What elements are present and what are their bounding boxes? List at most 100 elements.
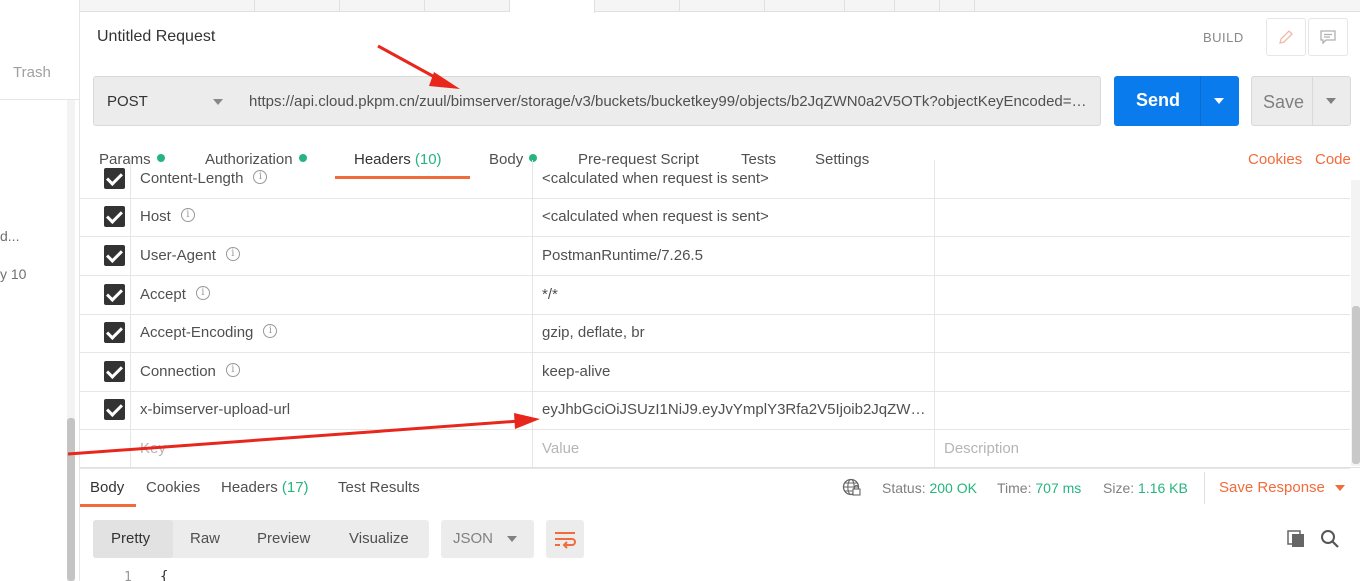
pencil-icon <box>1279 30 1293 44</box>
header-enabled-checkbox[interactable] <box>104 322 125 343</box>
request-tab[interactable] <box>765 0 845 12</box>
wrap-lines-button[interactable] <box>546 520 584 558</box>
request-tab[interactable] <box>595 0 680 12</box>
request-tab[interactable] <box>170 0 255 12</box>
header-key[interactable]: Host i <box>140 208 195 225</box>
sidebar-item-fragment[interactable]: y 10 <box>0 266 26 282</box>
response-code[interactable]: { <box>160 569 168 581</box>
chevron-down-icon <box>1334 485 1345 492</box>
format-visualize[interactable]: Visualize <box>349 530 409 547</box>
table-row: User-Agent i PostmanRuntime/7.26.5 <box>80 237 1350 276</box>
response-tab-headers-label: Headers <box>221 479 278 496</box>
request-tab[interactable] <box>255 0 340 12</box>
response-divider <box>80 467 1360 468</box>
info-icon[interactable]: i <box>263 324 278 339</box>
request-tab[interactable] <box>425 0 510 12</box>
header-key[interactable]: Content-Length i <box>140 170 268 187</box>
request-tab[interactable] <box>845 0 895 12</box>
save-divider <box>1312 77 1313 125</box>
copy-icon[interactable] <box>1285 528 1307 550</box>
info-icon[interactable]: i <box>225 247 240 262</box>
header-description[interactable] <box>935 237 1350 275</box>
table-row: Accept-Encoding i gzip, deflate, br <box>80 314 1350 353</box>
header-enabled-checkbox[interactable] <box>104 284 125 305</box>
chevron-down-icon <box>213 99 223 105</box>
info-icon[interactable]: i <box>225 363 240 378</box>
header-value[interactable]: PostmanRuntime/7.26.5 <box>542 247 927 264</box>
header-description[interactable] <box>935 314 1350 352</box>
response-tab-cookies[interactable]: Cookies <box>146 479 200 496</box>
header-value[interactable]: <calculated when request is sent> <box>542 170 927 187</box>
new-value-input[interactable]: Value <box>542 440 927 457</box>
save-response-button[interactable]: Save Response <box>1219 479 1345 496</box>
header-enabled-checkbox[interactable] <box>104 361 125 382</box>
globe-icon[interactable] <box>842 478 862 498</box>
response-tab-headers[interactable]: Headers (17) <box>221 479 309 496</box>
request-tab-strip <box>80 0 1360 13</box>
header-value[interactable]: keep-alive <box>542 363 927 380</box>
header-key[interactable]: Connection i <box>140 363 240 380</box>
request-tab[interactable] <box>895 0 940 12</box>
header-description[interactable] <box>935 198 1350 236</box>
language-value: JSON <box>453 530 494 547</box>
header-enabled-checkbox[interactable] <box>104 399 125 420</box>
table-row-new: Key Value Description <box>80 430 1350 469</box>
edit-button[interactable] <box>1266 18 1306 56</box>
send-divider <box>1200 76 1201 126</box>
table-row: Host i <calculated when request is sent> <box>80 198 1350 237</box>
request-tab[interactable] <box>340 0 425 12</box>
response-tab-headers-count: (17) <box>281 479 309 496</box>
header-enabled-checkbox[interactable] <box>104 206 125 227</box>
language-select[interactable]: JSON <box>441 520 534 558</box>
request-tab[interactable] <box>680 0 765 12</box>
table-row: Accept i */* <box>80 276 1350 315</box>
new-key-input[interactable]: Key <box>140 440 166 457</box>
format-preview[interactable]: Preview <box>257 530 310 547</box>
header-key[interactable]: Accept-Encoding i <box>140 324 278 341</box>
response-tab-body[interactable]: Body <box>90 479 124 496</box>
header-value[interactable]: */* <box>542 286 927 303</box>
save-options-chevron-icon[interactable] <box>1326 98 1336 104</box>
headers-scrollbar-thumb[interactable] <box>1352 306 1360 464</box>
header-key[interactable]: x-bimserver-upload-url <box>140 401 290 418</box>
header-enabled-checkbox[interactable] <box>104 245 125 266</box>
send-label: Send <box>1136 90 1181 110</box>
header-value[interactable]: gzip, deflate, br <box>542 324 927 341</box>
send-options-chevron-icon[interactable] <box>1214 98 1224 104</box>
save-button[interactable]: Save <box>1251 76 1351 126</box>
build-mode-label: BUILD <box>1203 30 1244 45</box>
format-pretty[interactable]: Pretty <box>111 530 150 547</box>
method-select[interactable]: POST <box>93 76 237 126</box>
header-value[interactable]: eyJhbGciOiJSUzI1NiJ9.eyJvYmplY3Rfa2V5Ijo… <box>542 401 927 418</box>
header-description[interactable] <box>935 276 1350 314</box>
url-value: https://api.cloud.pkpm.cn/zuul/bimserver… <box>249 93 1089 110</box>
response-tab-test-results[interactable]: Test Results <box>338 479 420 496</box>
format-raw[interactable]: Raw <box>190 530 220 547</box>
info-icon[interactable]: i <box>253 170 268 185</box>
request-tab-active[interactable] <box>510 0 595 13</box>
info-icon[interactable]: i <box>180 208 195 223</box>
header-key[interactable]: User-Agent i <box>140 247 240 264</box>
comments-button[interactable] <box>1308 18 1348 56</box>
request-title[interactable]: Untitled Request <box>97 28 215 46</box>
search-icon[interactable] <box>1319 528 1341 550</box>
table-row: Connection i keep-alive <box>80 353 1350 392</box>
sidebar-trash-item[interactable]: Trash <box>0 60 79 100</box>
header-value[interactable]: <calculated when request is sent> <box>542 208 927 225</box>
url-input[interactable]: https://api.cloud.pkpm.cn/zuul/bimserver… <box>236 76 1101 126</box>
send-button[interactable]: Send <box>1114 76 1239 126</box>
response-status: Status: 200 OK <box>882 480 977 496</box>
info-icon[interactable]: i <box>195 286 210 301</box>
sidebar-item-fragment[interactable]: d... <box>0 228 19 244</box>
header-description[interactable] <box>935 160 1350 198</box>
new-description-input[interactable]: Description <box>944 440 1329 457</box>
header-description[interactable] <box>935 391 1350 429</box>
header-description[interactable] <box>935 353 1350 391</box>
sidebar-scrollbar-thumb[interactable] <box>67 418 75 581</box>
header-enabled-checkbox[interactable] <box>104 168 125 189</box>
request-tab[interactable] <box>940 0 975 12</box>
header-key[interactable]: Accept i <box>140 286 210 303</box>
chevron-down-icon <box>507 536 517 542</box>
save-label: Save <box>1263 92 1305 112</box>
time-label: Time: <box>997 480 1032 496</box>
